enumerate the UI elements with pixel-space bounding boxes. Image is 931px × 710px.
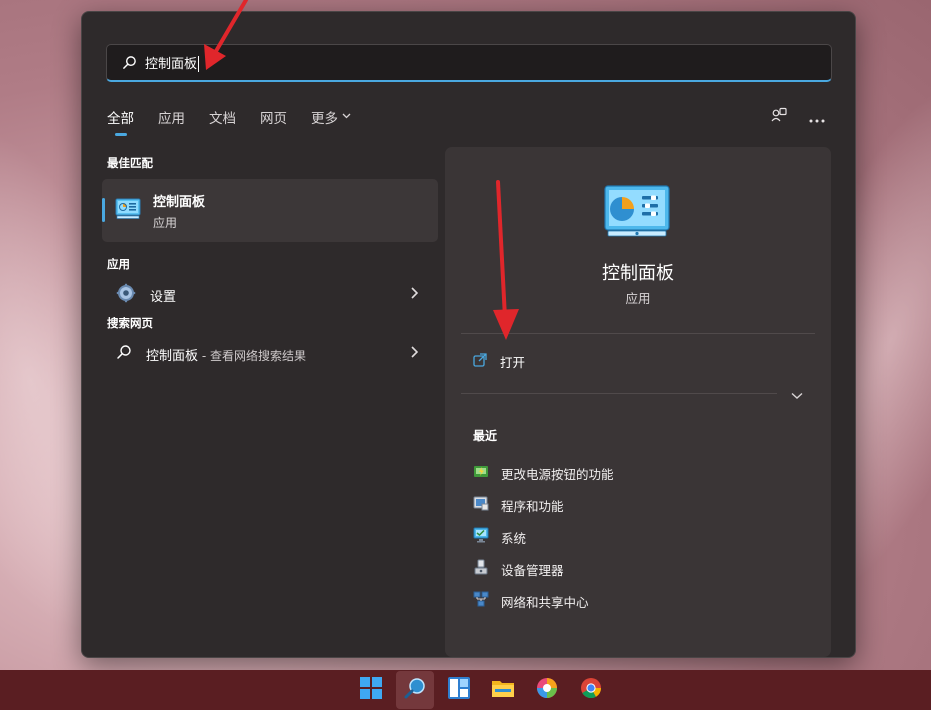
best-match-name: 控制面板 [153, 194, 206, 210]
best-match-type: 应用 [153, 215, 178, 230]
photos-app-icon [536, 677, 558, 703]
tab-all[interactable]: 全部 [107, 107, 134, 136]
open-button[interactable]: 打开 [473, 352, 525, 371]
best-match-item[interactable]: 控制面板 应用 [102, 179, 438, 242]
system-icon [473, 527, 489, 547]
chrome-icon [580, 677, 602, 703]
tab-web[interactable]: 网页 [260, 107, 287, 127]
photos-app-button[interactable] [528, 671, 566, 709]
chevron-down-icon[interactable] [791, 385, 803, 404]
account-switch-icon[interactable] [771, 107, 787, 127]
open-external-icon [473, 352, 487, 371]
text-caret [198, 56, 200, 73]
tab-more[interactable]: 更多 [311, 107, 351, 127]
search-icon [116, 344, 132, 364]
chevron-right-icon[interactable] [410, 346, 419, 362]
programs-icon [473, 495, 489, 515]
taskbar-search-button[interactable] [395, 671, 434, 709]
start-button[interactable] [352, 671, 390, 709]
network-center-icon [473, 591, 489, 611]
section-web: 搜索网页 [107, 316, 153, 330]
start-icon [359, 677, 382, 703]
section-apps: 应用 [107, 257, 130, 271]
search-input[interactable]: 控制面板 [145, 53, 200, 73]
file-explorer-icon [491, 677, 515, 703]
search-panel: 控制面板 全部 应用 文档 网页 更多 最佳匹配 控制面板 应用 应用 设置 搜… [81, 11, 856, 658]
annotation-arrow [204, 0, 248, 70]
panel-toolbar [771, 107, 825, 127]
taskbar [0, 670, 931, 710]
device-manager-icon [473, 559, 489, 579]
open-label: 打开 [500, 355, 526, 370]
control-panel-icon [115, 198, 141, 224]
recent-title: 最近 [473, 429, 498, 443]
recent-item[interactable]: 设备管理器 [473, 553, 614, 585]
divider [461, 393, 777, 394]
result-settings[interactable]: 设置 [102, 277, 438, 313]
widgets-button[interactable] [440, 671, 478, 709]
recent-item[interactable]: 系统 [473, 521, 614, 553]
tab-documents[interactable]: 文档 [209, 107, 236, 127]
widgets-icon [447, 677, 470, 703]
filter-tabs: 全部 应用 文档 网页 更多 [107, 107, 375, 136]
file-explorer-button[interactable] [484, 671, 522, 709]
chevron-right-icon[interactable] [410, 287, 419, 303]
gear-icon [116, 283, 136, 307]
results-list: 最佳匹配 控制面板 应用 应用 设置 搜索网页 控制面板 - 查看网络搜索结果 [102, 155, 438, 372]
tab-apps[interactable]: 应用 [158, 107, 185, 127]
power-options-icon [473, 463, 489, 483]
section-best-match: 最佳匹配 [107, 156, 153, 170]
chrome-button[interactable] [572, 671, 610, 709]
recent-item[interactable]: 更改电源按钮的功能 [473, 457, 614, 489]
search-icon [121, 55, 137, 71]
result-web-label: 控制面板 - 查看网络搜索结果 [146, 348, 306, 364]
chevron-down-icon [342, 112, 351, 122]
result-settings-label: 设置 [150, 289, 177, 305]
recent-item[interactable]: 网络和共享中心 [473, 585, 614, 617]
control-panel-icon [604, 185, 670, 241]
search-icon [403, 676, 427, 704]
annotation-arrow [493, 180, 519, 340]
recent-item[interactable]: 程序和功能 [473, 489, 614, 521]
more-ellipsis-icon[interactable] [809, 108, 825, 127]
result-web-search[interactable]: 控制面板 - 查看网络搜索结果 [102, 336, 438, 372]
recent-list: 更改电源按钮的功能 程序和功能 系统 设备管理器 网络和共享中心 [473, 457, 614, 617]
